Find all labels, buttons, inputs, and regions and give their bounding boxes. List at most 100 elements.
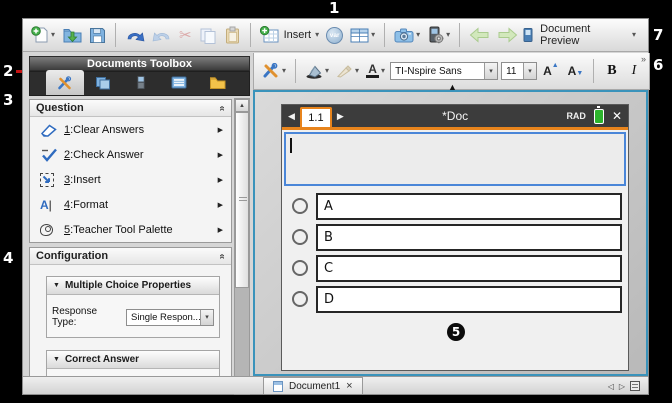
page-tab[interactable]: 1.1	[300, 107, 332, 127]
tab-nav-left-icon[interactable]: ◁	[608, 382, 614, 391]
line-color-caret-icon[interactable]: ▾	[355, 67, 359, 75]
table-caret-icon[interactable]: ▾	[371, 31, 375, 39]
menu-item-clear-answers[interactable]: 1:Clear Answers ▶	[30, 117, 231, 142]
scroll-up-button[interactable]: ▲	[235, 99, 249, 112]
copy-button[interactable]	[197, 22, 219, 48]
save-button[interactable]	[87, 22, 108, 48]
previous-page-icon[interactable]: ◀	[288, 111, 295, 122]
text-color-caret-icon[interactable]: ▾	[381, 67, 385, 75]
text-color-button[interactable]: A ▾	[364, 58, 387, 84]
screen-capture-caret-icon[interactable]: ▾	[416, 31, 420, 39]
toolbox-tab-handheld[interactable]	[122, 70, 160, 95]
new-document-caret-icon[interactable]: ▾	[51, 31, 55, 39]
format-icon: A|	[40, 198, 64, 212]
forward-button[interactable]	[495, 22, 520, 48]
submenu-arrow-icon: ▶	[218, 201, 223, 209]
font-size-select[interactable]: 11 ▾	[501, 62, 537, 80]
toolbox-tab-content-explorer[interactable]	[160, 70, 198, 95]
tools-caret-icon[interactable]: ▾	[282, 67, 286, 75]
page-header: ◀ 1.1 ▶ *Doc RAD ✕	[282, 105, 628, 127]
choice-text-box-c[interactable]: C	[316, 255, 622, 282]
scrollbar-thumb[interactable]	[235, 112, 249, 288]
document-tab-close-icon[interactable]: ×	[346, 380, 352, 392]
page-header-accent	[282, 127, 628, 130]
battery-icon	[594, 109, 604, 124]
multiple-choice-properties-header[interactable]: ▼ Multiple Choice Properties	[47, 277, 219, 295]
document-preview-button[interactable]: Document Preview ▾	[523, 23, 642, 47]
configuration-panel-header[interactable]: Configuration »	[30, 248, 231, 265]
radio-button-d[interactable]	[292, 291, 308, 307]
bold-button[interactable]: B	[601, 63, 622, 79]
response-type-select[interactable]: Single Respon... ▾	[126, 309, 214, 326]
radio-button-c[interactable]	[292, 260, 308, 276]
document-tools-button[interactable]: ▾	[260, 58, 288, 84]
next-page-icon[interactable]: ▶	[337, 111, 344, 122]
collapse-panel-icon[interactable]: »	[217, 253, 228, 259]
callout-3: 3	[3, 91, 13, 109]
menu-item-check-answer[interactable]: 2:Check Answer ▶	[30, 142, 231, 167]
toolbox-tab-document-tools[interactable]	[46, 70, 84, 95]
handheld-setup-button[interactable]: ▾	[425, 22, 452, 48]
line-color-button[interactable]: ▾	[334, 58, 361, 84]
variables-button[interactable]: var	[324, 22, 345, 48]
screen-capture-button[interactable]: ▾	[392, 22, 422, 48]
toolbar-separator	[459, 23, 460, 47]
palette-icon	[40, 224, 64, 236]
menu-item-insert[interactable]: 3:Insert ▶	[30, 167, 231, 192]
back-arrow-icon	[469, 27, 490, 43]
page-close-icon[interactable]: ✕	[612, 109, 622, 123]
section-expand-icon[interactable]: ▼	[53, 282, 60, 289]
toolbar-separator	[384, 23, 385, 47]
radio-button-a[interactable]	[292, 198, 308, 214]
increase-font-button[interactable]: A ▲	[540, 64, 562, 78]
undo-icon	[125, 27, 145, 43]
italic-button[interactable]: I	[626, 63, 643, 79]
response-type-caret-icon[interactable]: ▾	[200, 310, 213, 325]
fill-color-caret-icon[interactable]: ▾	[325, 67, 329, 75]
table-button[interactable]: ▾	[348, 22, 377, 48]
back-button[interactable]	[467, 22, 492, 48]
question-panel-header[interactable]: Question »	[30, 100, 231, 117]
choice-text-box-d[interactable]: D	[316, 286, 622, 313]
handheld-setup-caret-icon[interactable]: ▾	[446, 31, 450, 39]
document-tab[interactable]: Document1 ×	[263, 377, 363, 394]
document-workspace: ◀ 1.1 ▶ *Doc RAD ✕ A B	[253, 90, 648, 376]
toolbox-scrollbar[interactable]: ▲ ▼	[234, 98, 250, 395]
increase-font-caret-icon: ▲	[552, 62, 559, 69]
redo-button[interactable]	[150, 22, 174, 48]
new-document-button[interactable]: ▾	[29, 22, 57, 48]
cut-button[interactable]: ✂	[177, 22, 194, 48]
response-type-row: Response Type: Single Respon... ▾	[47, 295, 219, 339]
font-family-select[interactable]: TI-Nspire Sans ▾	[390, 62, 498, 80]
font-size-caret-icon[interactable]: ▾	[523, 63, 536, 79]
choice-text-box-b[interactable]: B	[316, 224, 622, 251]
radio-button-b[interactable]	[292, 229, 308, 245]
decrease-font-button[interactable]: A ▼	[565, 64, 587, 78]
fill-color-button[interactable]: ▾	[303, 58, 331, 84]
collapse-panel-icon[interactable]: »	[217, 105, 228, 111]
menu-item-format[interactable]: A| 4:Format ▶	[30, 192, 231, 217]
menu-item-label: 1:Clear Answers	[64, 124, 144, 136]
toolbox-tab-page-sorter[interactable]	[84, 70, 122, 95]
paste-button[interactable]	[222, 22, 243, 48]
correct-answer-header[interactable]: ▼ Correct Answer	[47, 351, 219, 369]
decrease-font-caret-icon: ▼	[576, 70, 583, 77]
toolbar-collapse-handle[interactable]: ▲	[448, 82, 457, 92]
toolbar-separator	[593, 59, 594, 83]
toolbox-tab-utilities[interactable]	[198, 70, 236, 95]
choice-text-box-a[interactable]: A	[316, 193, 622, 220]
font-family-caret-icon[interactable]: ▾	[484, 63, 497, 79]
document-title: *Doc	[349, 109, 562, 123]
question-text-box[interactable]	[284, 132, 626, 186]
tab-nav-right-icon[interactable]: ▷	[619, 382, 625, 391]
insert-label: Insert	[282, 29, 314, 41]
submenu-arrow-icon: ▶	[218, 176, 223, 184]
menu-item-teacher-tool-palette[interactable]: 5:Teacher Tool Palette ▶	[30, 217, 231, 242]
undo-button[interactable]	[123, 22, 147, 48]
insert-button[interactable]: Insert ▾	[258, 22, 322, 48]
toolbar-overflow-chevron[interactable]: »	[641, 54, 645, 64]
section-expand-icon[interactable]: ▼	[53, 356, 60, 363]
open-document-button[interactable]	[60, 22, 84, 48]
tab-list-icon[interactable]	[630, 381, 640, 391]
submenu-arrow-icon: ▶	[218, 226, 223, 234]
